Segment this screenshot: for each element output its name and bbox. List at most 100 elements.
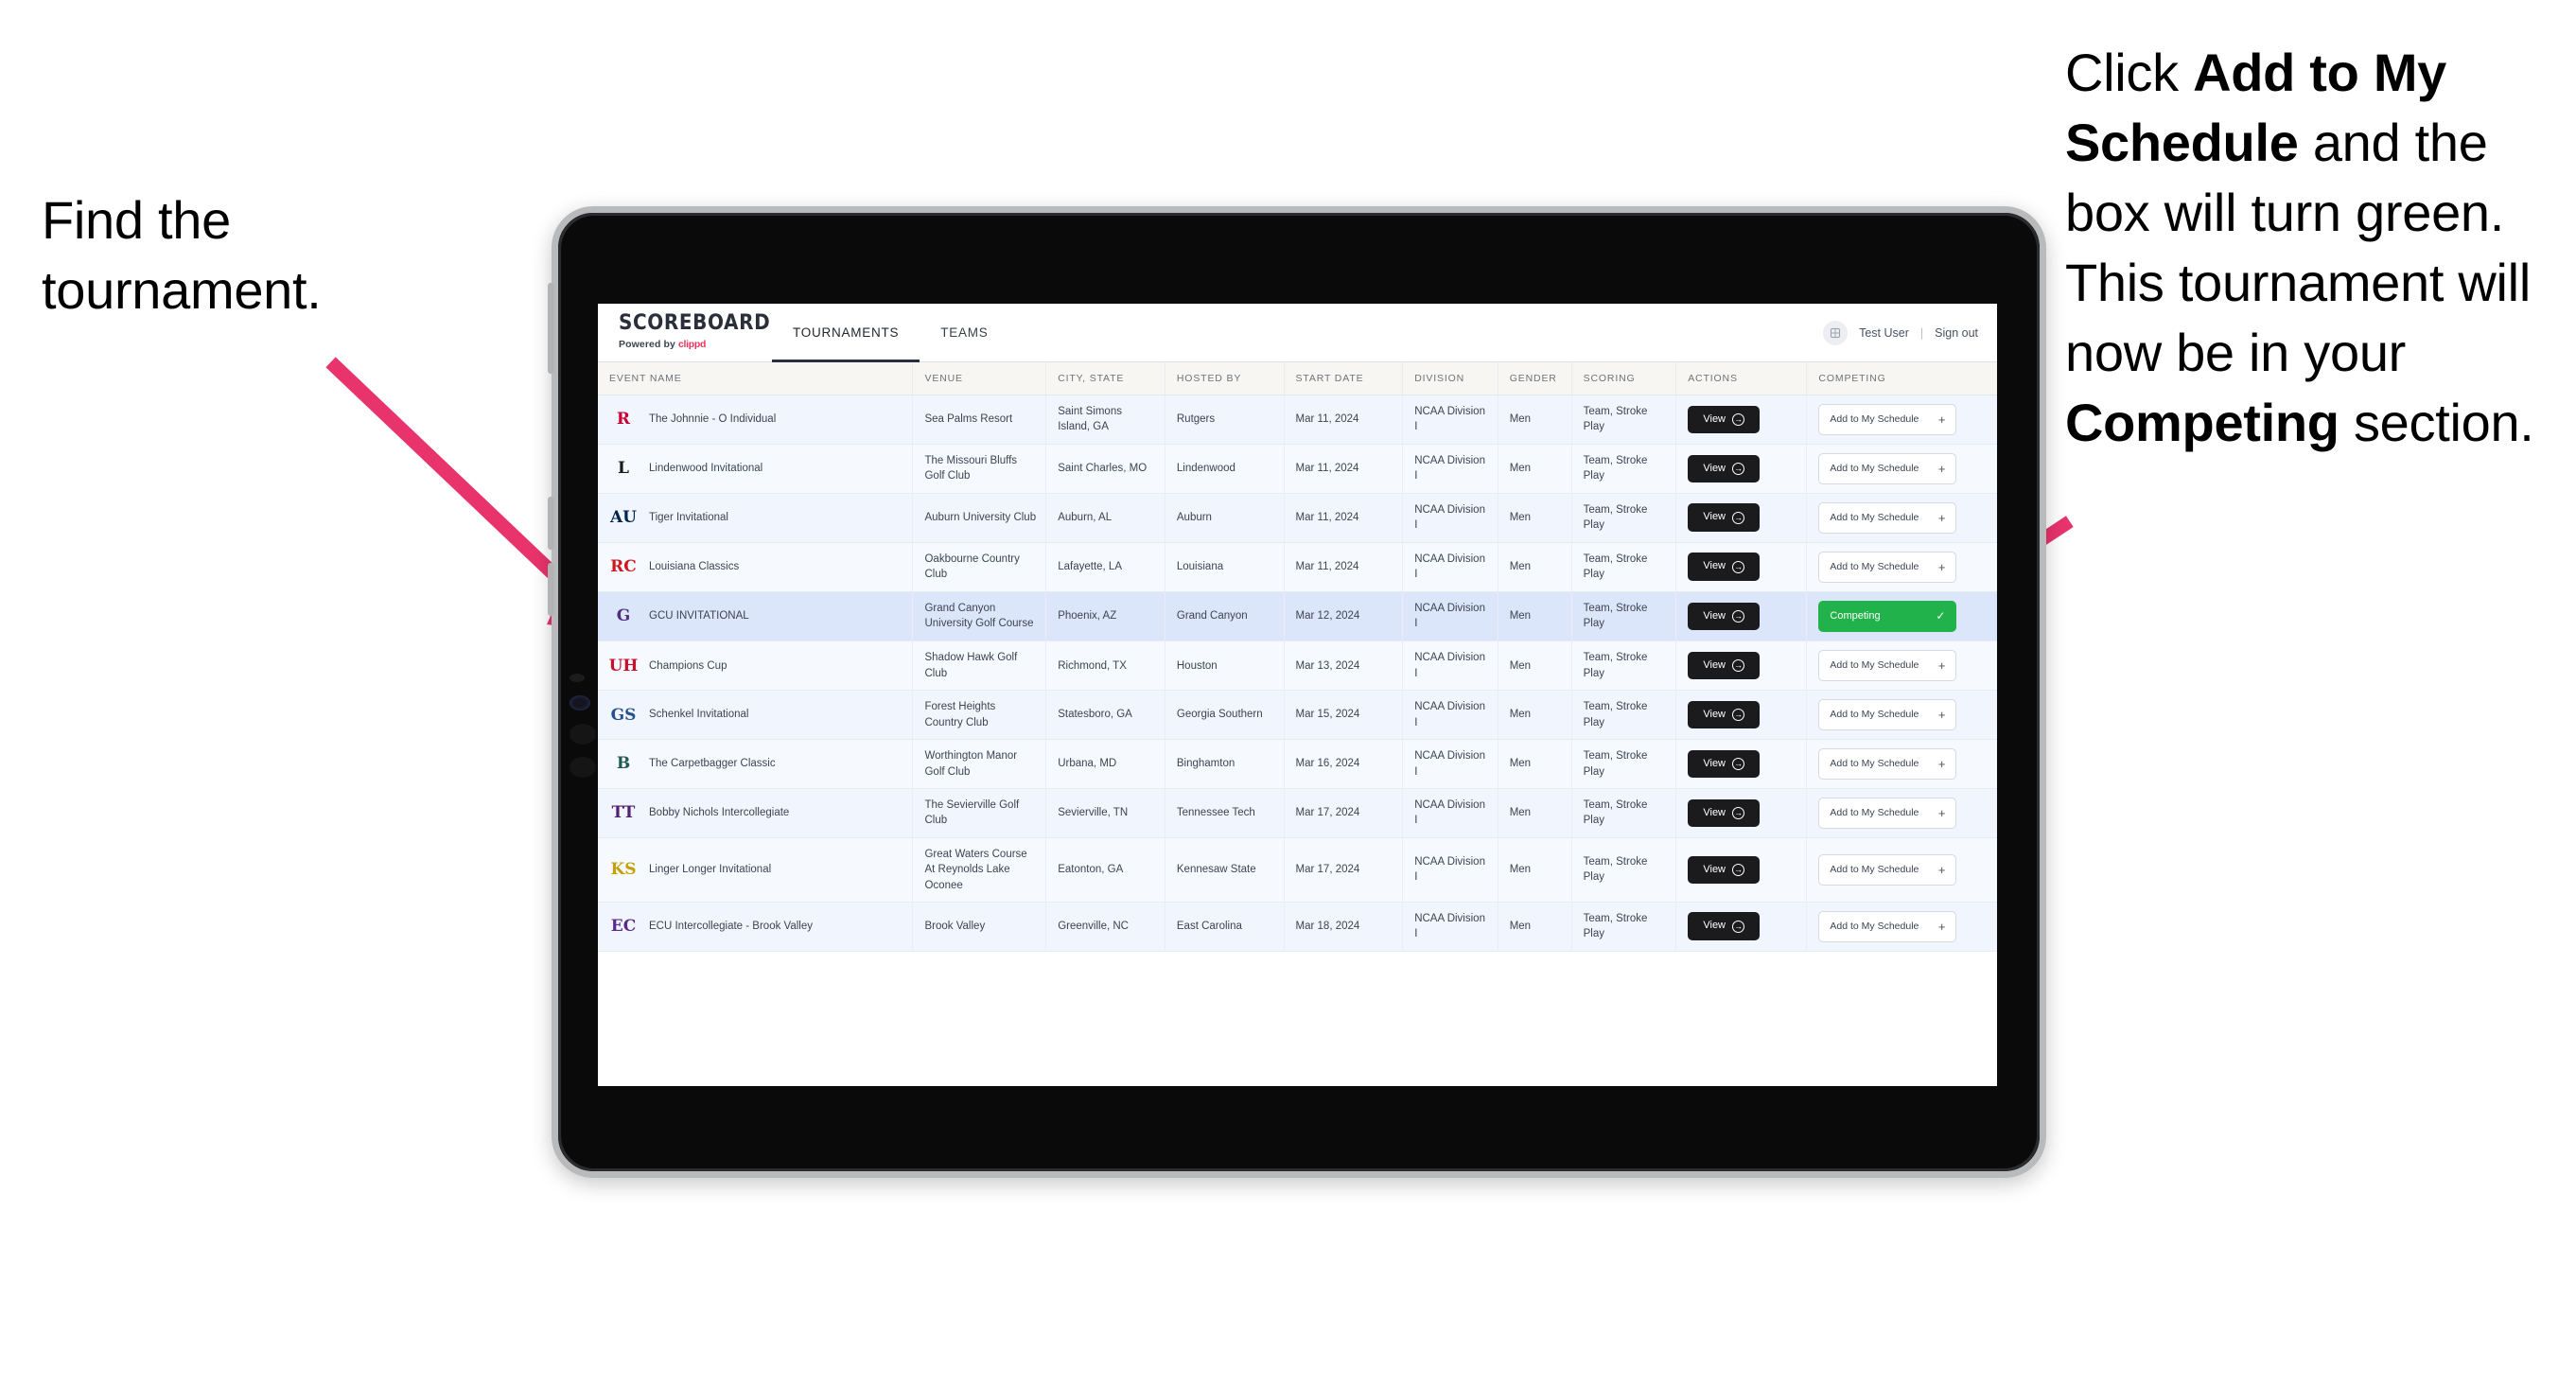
col-event-name[interactable]: EVENT NAME <box>598 362 914 395</box>
view-button[interactable]: View → <box>1688 798 1761 828</box>
add-to-my-schedule-button[interactable]: Add to My Schedule + <box>1818 650 1957 682</box>
rutgers-logo: R <box>616 410 631 430</box>
view-label: View <box>1703 757 1726 769</box>
add-to-my-schedule-button[interactable]: Add to My Schedule + <box>1818 910 1957 942</box>
col-hosted-by[interactable]: HOSTED BY <box>1165 362 1285 395</box>
add-to-my-schedule-button[interactable]: Add to My Schedule + <box>1818 699 1957 731</box>
view-button[interactable]: View → <box>1688 855 1761 885</box>
cell-hosted-by: Lindenwood <box>1165 444 1285 494</box>
add-to-my-schedule-label: Add to My Schedule <box>1830 758 1919 770</box>
add-to-my-schedule-button[interactable]: Add to My Schedule + <box>1818 797 1957 829</box>
view-label: View <box>1703 609 1726 622</box>
view-button[interactable]: View → <box>1688 912 1761 941</box>
annotation-right-post: section. <box>2339 392 2534 452</box>
col-city-state[interactable]: CITY, STATE <box>1045 362 1165 395</box>
table-row[interactable]: UH Champions Cup Shadow Hawk Golf Club R… <box>598 640 1997 692</box>
table-row[interactable]: R The Johnnie - O Individual Sea Palms R… <box>598 395 1997 445</box>
volume-down-button[interactable] <box>548 563 554 616</box>
cell-division: NCAA Division I <box>1402 902 1498 952</box>
table-row[interactable]: AU Tiger Invitational Auburn University … <box>598 493 1997 543</box>
cell-scoring: Team, Stroke Play <box>1571 788 1677 838</box>
cell-competing: Add to My Schedule + <box>1806 690 1997 741</box>
view-button[interactable]: View → <box>1688 503 1761 533</box>
table-row[interactable]: B The Carpetbagger Classic Worthington M… <box>598 739 1997 789</box>
user-avatar-icon[interactable] <box>1823 320 1849 345</box>
cell-start-date: Mar 11, 2024 <box>1284 493 1404 543</box>
cell-competing: Add to My Schedule + <box>1806 837 1997 903</box>
add-to-my-schedule-button[interactable]: Add to My Schedule + <box>1818 452 1957 484</box>
cell-start-date: Mar 18, 2024 <box>1284 902 1404 952</box>
add-to-my-schedule-button[interactable]: Add to My Schedule + <box>1818 748 1957 780</box>
view-button[interactable]: View → <box>1688 553 1761 581</box>
view-button[interactable]: View → <box>1688 749 1761 779</box>
brand-name: SCOREBOARD <box>619 308 771 335</box>
view-button[interactable]: View → <box>1688 405 1761 434</box>
cell-venue: Great Waters Course At Reynolds Lake Oco… <box>912 837 1047 903</box>
table-row[interactable]: L Lindenwood Invitational The Missouri B… <box>598 444 1997 494</box>
cell-actions: View → <box>1675 837 1808 903</box>
tab-teams[interactable]: TEAMS <box>920 304 1008 361</box>
col-gender[interactable]: GENDER <box>1498 362 1572 395</box>
col-division[interactable]: DIVISION <box>1402 362 1498 395</box>
event-name-label: The Carpetbagger Classic <box>649 758 776 770</box>
cell-hosted-by: Tennessee Tech <box>1165 788 1285 838</box>
arrow-right-circle-icon: → <box>1732 806 1745 819</box>
cell-city-state: Saint Charles, MO <box>1045 444 1165 494</box>
annotation-left: Find the tournament. <box>42 185 439 326</box>
brand-logo[interactable]: SCOREBOARD Powered by clippd <box>598 304 771 361</box>
add-to-my-schedule-button[interactable]: Add to My Schedule + <box>1818 404 1957 435</box>
event-name-label: Tiger Invitational <box>649 512 728 524</box>
cell-start-date: Mar 11, 2024 <box>1284 444 1404 494</box>
view-button[interactable]: View → <box>1688 602 1761 631</box>
cell-start-date: Mar 11, 2024 <box>1284 542 1404 592</box>
cell-scoring: Team, Stroke Play <box>1571 591 1677 642</box>
brand-tagline-clippd: clippd <box>677 339 707 350</box>
plus-icon: + <box>1937 412 1946 427</box>
sign-out-link[interactable]: Sign out <box>1935 326 1978 340</box>
table-row[interactable]: KS Linger Longer Invitational Great Wate… <box>598 837 1997 903</box>
cell-start-date: Mar 17, 2024 <box>1284 837 1404 903</box>
view-button[interactable]: View → <box>1688 651 1761 680</box>
col-scoring[interactable]: SCORING <box>1571 362 1677 395</box>
tab-tournaments[interactable]: TOURNAMENTS <box>772 304 920 362</box>
plus-icon: + <box>1937 708 1946 723</box>
cell-actions: View → <box>1675 444 1808 494</box>
cell-event-name: L Lindenwood Invitational <box>598 444 914 494</box>
annotation-right-pre: Click <box>2065 43 2194 102</box>
view-label: View <box>1703 806 1726 818</box>
cell-venue: Brook Valley <box>912 902 1047 952</box>
add-to-my-schedule-label: Add to My Schedule <box>1830 709 1919 721</box>
cell-venue: Forest Heights Country Club <box>912 690 1047 741</box>
add-to-my-schedule-label: Add to My Schedule <box>1830 806 1919 818</box>
table-row[interactable]: G GCU INVITATIONAL Grand Canyon Universi… <box>598 591 1997 642</box>
cell-competing: Add to My Schedule + <box>1806 640 1997 692</box>
table-row[interactable]: RC Louisiana Classics Oakbourne Country … <box>598 542 1997 592</box>
table-row[interactable]: EC ECU Intercollegiate - Brook Valley Br… <box>598 902 1997 952</box>
add-to-my-schedule-label: Add to My Schedule <box>1830 462 1919 474</box>
plus-icon: + <box>1937 862 1946 877</box>
cell-hosted-by: Louisiana <box>1165 542 1285 592</box>
table-row[interactable]: GS Schenkel Invitational Forest Heights … <box>598 690 1997 741</box>
table-row[interactable]: TT Bobby Nichols Intercollegiate The Sev… <box>598 788 1997 838</box>
col-venue[interactable]: VENUE <box>912 362 1047 395</box>
view-button[interactable]: View → <box>1688 454 1761 483</box>
grand-canyon-lopes-logo: G <box>616 606 631 626</box>
cell-division: NCAA Division I <box>1402 395 1498 445</box>
competing-badge[interactable]: Competing ✓ <box>1818 600 1957 633</box>
add-to-my-schedule-button[interactable]: Add to My Schedule + <box>1818 501 1957 534</box>
cell-division: NCAA Division I <box>1402 493 1498 543</box>
cell-scoring: Team, Stroke Play <box>1571 493 1677 543</box>
view-button[interactable]: View → <box>1688 700 1761 729</box>
arrow-right-circle-icon: → <box>1732 412 1745 426</box>
table-header-row: EVENT NAME VENUE CITY, STATE HOSTED BY S… <box>598 362 1997 395</box>
power-button[interactable] <box>548 283 554 374</box>
cell-competing: Add to My Schedule + <box>1806 444 1997 494</box>
brand-tagline: Powered by clippd <box>619 339 764 350</box>
houston-cougars-logo: UH <box>608 656 639 675</box>
cell-competing: Add to My Schedule + <box>1806 788 1997 838</box>
add-to-my-schedule-button[interactable]: Add to My Schedule + <box>1818 551 1957 583</box>
add-to-my-schedule-button[interactable]: Add to My Schedule + <box>1818 853 1957 886</box>
col-start-date[interactable]: START DATE <box>1284 362 1404 395</box>
page-root: Find the tournament. Click Add to My Sch… <box>0 0 2576 1386</box>
volume-up-button[interactable] <box>548 497 554 550</box>
